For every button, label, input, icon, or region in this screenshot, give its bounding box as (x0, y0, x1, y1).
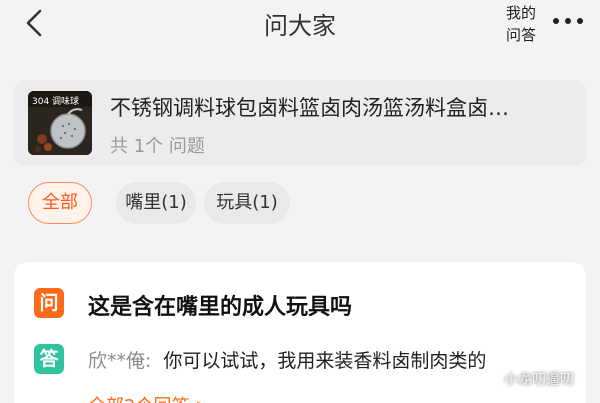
more-options-icon[interactable] (553, 18, 583, 28)
question-count: 共 1个 问题 (110, 136, 205, 157)
qa-card[interactable]: 问 这是含在嘴里的成人玩具吗 答 欣**俺: 你可以试试，我用来装香料卤制肉类的 … (14, 262, 586, 403)
product-title: 不锈钢调料球包卤料篮卤肉汤篮汤料盒卤… (110, 96, 509, 120)
watermark-text: 小龙叨逼叨 (504, 372, 574, 388)
filter-tag-mouth[interactable]: 嘴里(1) (116, 182, 196, 224)
product-card[interactable]: 304 调味球 不锈钢调料球包卤料篮卤肉汤篮汤料盒卤… 共 1个 问题 (14, 80, 586, 166)
answer-preview: 欣**俺: 你可以试试，我用来装香料卤制肉类的 (88, 346, 486, 373)
product-thumbnail: 304 调味球 (28, 91, 92, 155)
my-qa-button[interactable]: 我的 问答 (498, 2, 544, 46)
filter-tag-toy[interactable]: 玩具(1) (204, 182, 290, 224)
answer-badge: 答 (34, 344, 64, 374)
question-badge: 问 (34, 288, 64, 318)
filter-tag-all[interactable]: 全部 (28, 182, 92, 224)
answer-text: 你可以试试，我用来装香料卤制肉类的 (163, 350, 487, 372)
product-image: 304 调味球 (28, 91, 92, 155)
my-qa-label-line1: 我的 (505, 4, 536, 22)
my-qa-label-line2: 问答 (505, 26, 536, 44)
top-nav-bar: 问大家 我的 问答 (0, 0, 600, 48)
question-text[interactable]: 这是含在嘴里的成人玩具吗 (88, 289, 352, 321)
wechat-icon (468, 372, 488, 388)
all-answers-link[interactable]: 全部2个回答 > (88, 392, 210, 403)
answer-user: 欣**俺: (88, 350, 152, 372)
thumb-label: 304 调味球 (32, 95, 79, 107)
